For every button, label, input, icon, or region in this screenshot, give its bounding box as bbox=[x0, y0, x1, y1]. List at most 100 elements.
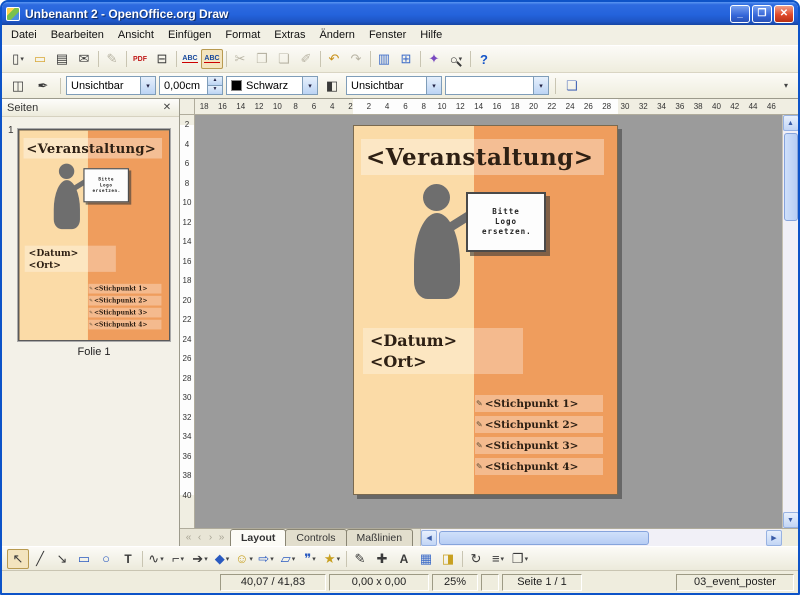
chevron-down-icon[interactable]: ▾ bbox=[426, 77, 441, 94]
spin-down-icon[interactable]: ▼ bbox=[208, 86, 222, 94]
menu-item[interactable]: Einfügen bbox=[161, 26, 218, 44]
paste-icon[interactable]: ❏ bbox=[273, 49, 295, 69]
insert-picture-icon[interactable]: ▦ bbox=[415, 549, 437, 569]
auto-spellcheck-icon[interactable]: ABC bbox=[201, 49, 223, 69]
ellipse-tool-icon[interactable]: ○ bbox=[95, 549, 117, 569]
maximize-button[interactable]: ❐ bbox=[752, 5, 772, 23]
tab-nav-arrow-icon[interactable]: » bbox=[216, 532, 227, 543]
poster-bullet[interactable]: ✎<Stichpunkt 1> bbox=[475, 395, 603, 412]
dropdown-caret-icon[interactable]: ▾ bbox=[20, 55, 24, 63]
gallery-icon[interactable]: ◨ bbox=[437, 549, 459, 569]
line-ends-style-icon[interactable]: ✒ bbox=[32, 76, 54, 96]
status-zoom[interactable]: 25% bbox=[432, 574, 478, 591]
fill-color-combobox[interactable]: ▾ bbox=[445, 76, 549, 95]
chevron-down-icon[interactable]: ▾ bbox=[140, 77, 155, 94]
dropdown-caret-icon[interactable]: ▾ bbox=[501, 555, 505, 563]
panel-close-icon[interactable]: ✕ bbox=[160, 101, 174, 115]
tab-nav-arrow-icon[interactable]: « bbox=[183, 532, 194, 543]
zoom-icon[interactable]: ○▾ bbox=[445, 49, 467, 69]
text-tool-icon[interactable]: T bbox=[117, 549, 139, 569]
scroll-right-icon[interactable]: ▶ bbox=[766, 530, 782, 546]
block-arrows-icon[interactable]: ⇨▾ bbox=[255, 549, 277, 569]
menu-item[interactable]: Hilfe bbox=[413, 26, 449, 44]
menu-item[interactable]: Bearbeiten bbox=[44, 26, 111, 44]
dropdown-caret-icon[interactable]: ▾ bbox=[249, 555, 253, 563]
spellcheck-icon[interactable]: ABC bbox=[179, 49, 201, 69]
edit-points-tool-icon[interactable]: ✎ bbox=[349, 549, 371, 569]
menu-item[interactable]: Fenster bbox=[362, 26, 413, 44]
edit-file-icon[interactable]: ✎ bbox=[101, 49, 123, 69]
arrange-icon[interactable]: ❐▾ bbox=[509, 549, 531, 569]
shadow-icon[interactable]: ❏ bbox=[561, 76, 583, 96]
sheet-tab[interactable]: Maßlinien bbox=[346, 529, 414, 546]
alignment-icon[interactable]: ≡▾ bbox=[487, 549, 509, 569]
basic-shapes-icon[interactable]: ◆▾ bbox=[211, 549, 233, 569]
tab-nav-arrow-icon[interactable]: ‹ bbox=[194, 532, 205, 543]
dropdown-caret-icon[interactable]: ▾ bbox=[312, 555, 316, 563]
format-paintbrush-icon[interactable]: ✐ bbox=[295, 49, 317, 69]
menu-item[interactable]: Datei bbox=[4, 26, 44, 44]
undo-icon[interactable]: ↶ bbox=[323, 49, 345, 69]
poster-title[interactable]: <Veranstaltung> bbox=[361, 139, 604, 175]
tab-nav-arrow-icon[interactable]: › bbox=[205, 532, 216, 543]
area-style-icon[interactable]: ◧ bbox=[321, 76, 343, 96]
glue-points-icon[interactable]: ✚ bbox=[371, 549, 393, 569]
scroll-up-icon[interactable]: ▲ bbox=[783, 115, 799, 131]
logo-placeholder-board[interactable]: Bitte Logo ersetzen. bbox=[466, 192, 546, 252]
page-thumbnail[interactable]: <Veranstaltung> Bitte Logo ersetzen. <Da… bbox=[18, 129, 170, 341]
poster-page[interactable]: <Veranstaltung> Bitte Logo ersetzen. <Da… bbox=[353, 125, 618, 495]
fill-style-combobox[interactable]: Unsichtbar ▾ bbox=[346, 76, 442, 95]
curve-tool-icon[interactable]: ∿▾ bbox=[145, 549, 167, 569]
dropdown-caret-icon[interactable]: ▾ bbox=[337, 555, 341, 563]
poster-date-location[interactable]: <Datum> <Ort> bbox=[363, 328, 523, 374]
sheet-tab[interactable]: Controls bbox=[285, 529, 346, 546]
rotate-icon[interactable]: ↻ bbox=[465, 549, 487, 569]
print-icon[interactable]: ⊟ bbox=[151, 49, 173, 69]
horizontal-scroll-thumb[interactable] bbox=[439, 531, 649, 545]
callouts-icon[interactable]: ❞▾ bbox=[299, 549, 321, 569]
help-icon[interactable]: ? bbox=[473, 49, 495, 69]
line-tool-icon[interactable]: ╱ bbox=[29, 549, 51, 569]
spin-up-icon[interactable]: ▲ bbox=[208, 77, 222, 86]
scroll-left-icon[interactable]: ◀ bbox=[421, 530, 437, 546]
toolbar-options-icon[interactable]: ▾ bbox=[779, 79, 793, 92]
line-style-combobox[interactable]: Unsichtbar ▾ bbox=[66, 76, 156, 95]
navigator-icon[interactable]: ✦ bbox=[423, 49, 445, 69]
menu-item[interactable]: Extras bbox=[267, 26, 312, 44]
flowchart-icon[interactable]: ▱▾ bbox=[277, 549, 299, 569]
save-icon[interactable]: ▤ bbox=[51, 49, 73, 69]
menu-item[interactable]: Format bbox=[218, 26, 267, 44]
poster-bullet[interactable]: ✎<Stichpunkt 2> bbox=[475, 416, 603, 433]
cut-icon[interactable]: ✂ bbox=[229, 49, 251, 69]
app-icon[interactable] bbox=[6, 7, 20, 21]
poster-bullets[interactable]: ✎<Stichpunkt 1> ✎<Stichpunkt 2> ✎<Stichp… bbox=[475, 395, 603, 479]
copy-icon[interactable]: ❐ bbox=[251, 49, 273, 69]
poster-bullet[interactable]: ✎<Stichpunkt 4> bbox=[475, 458, 603, 475]
table-icon[interactable]: ⊞ bbox=[395, 49, 417, 69]
scroll-down-icon[interactable]: ▼ bbox=[783, 512, 799, 528]
edit-points-icon[interactable]: ◫ bbox=[7, 76, 29, 96]
stars-icon[interactable]: ★▾ bbox=[321, 549, 343, 569]
menu-item[interactable]: Ändern bbox=[312, 26, 361, 44]
lines-arrows-icon[interactable]: ➔▾ bbox=[189, 549, 211, 569]
slide-label[interactable]: Folie 1 bbox=[18, 346, 170, 358]
line-arrow-tool-icon[interactable]: ↘ bbox=[51, 549, 73, 569]
spinner-buttons[interactable]: ▲▼ bbox=[207, 77, 222, 94]
fontwork-icon[interactable]: A bbox=[393, 549, 415, 569]
dropdown-caret-icon[interactable]: ▾ bbox=[160, 555, 164, 563]
line-width-spinner[interactable]: 0,00cm ▲▼ bbox=[159, 76, 223, 95]
open-folder-icon[interactable]: ▭ bbox=[29, 49, 51, 69]
presenter-figure[interactable] bbox=[412, 184, 464, 302]
dropdown-caret-icon[interactable]: ▾ bbox=[226, 555, 230, 563]
dropdown-caret-icon[interactable]: ▾ bbox=[525, 555, 529, 563]
dropdown-caret-icon[interactable]: ▾ bbox=[270, 555, 274, 563]
dropdown-caret-icon[interactable]: ▾ bbox=[204, 555, 208, 563]
symbol-shapes-icon[interactable]: ☺▾ bbox=[233, 549, 255, 569]
connector-tool-icon[interactable]: ⌐▾ bbox=[167, 549, 189, 569]
select-tool-icon[interactable]: ↖ bbox=[7, 549, 29, 569]
export-pdf-icon[interactable]: PDF bbox=[129, 49, 151, 69]
chevron-down-icon[interactable]: ▾ bbox=[302, 77, 317, 94]
menu-item[interactable]: Ansicht bbox=[111, 26, 161, 44]
rectangle-tool-icon[interactable]: ▭ bbox=[73, 549, 95, 569]
dropdown-caret-icon[interactable]: ▾ bbox=[292, 555, 296, 563]
